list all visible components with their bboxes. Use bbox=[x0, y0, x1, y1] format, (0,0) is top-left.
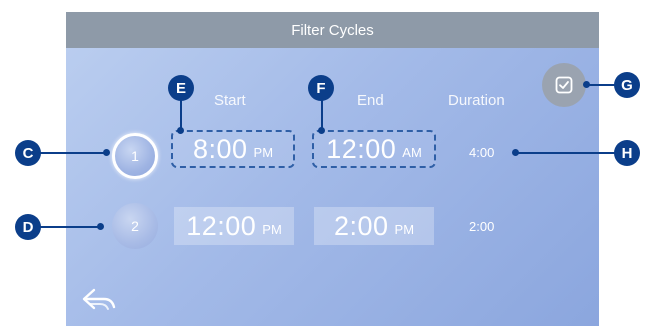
callout-f-leader bbox=[321, 96, 323, 130]
callout-g-label: G bbox=[621, 76, 633, 94]
callout-f-label: F bbox=[316, 79, 326, 97]
callout-h-dot bbox=[512, 149, 519, 156]
cycle-2-start-value: 12:00 bbox=[186, 210, 257, 241]
callout-g-dot bbox=[583, 81, 590, 88]
page-title: Filter Cycles bbox=[291, 21, 374, 39]
check-square-icon bbox=[555, 76, 573, 94]
cycle-1-start-value: 8:00 bbox=[192, 133, 248, 164]
cycle-1-end-value: 12:00 bbox=[326, 133, 397, 164]
cycle-2-end-time[interactable]: 2:00 PM bbox=[314, 207, 434, 245]
cycle-2-number: 2 bbox=[131, 218, 139, 234]
cycle-1-duration: 4:00 bbox=[469, 145, 495, 160]
callout-h-leader bbox=[515, 152, 619, 154]
cycle-2-end-value: 2:00 bbox=[333, 210, 389, 241]
filter-cycles-screen: Filter Cycles Start End Duration 1 8:00 … bbox=[66, 12, 599, 326]
title-bar: Filter Cycles bbox=[66, 12, 599, 48]
callout-f: F bbox=[308, 75, 334, 101]
cycle-1-start-time[interactable]: 8:00 PM bbox=[171, 130, 295, 168]
callout-c-dot bbox=[103, 149, 110, 156]
callout-e-label: E bbox=[175, 79, 186, 97]
start-column-header: Start bbox=[214, 92, 246, 109]
callout-d: D bbox=[15, 214, 41, 240]
cycle-2-duration: 2:00 bbox=[469, 219, 495, 234]
callout-c-leader bbox=[38, 152, 106, 154]
callout-c-label: C bbox=[22, 144, 34, 162]
cycle-1-start-ampm: PM bbox=[253, 144, 274, 160]
cycle-1-button[interactable]: 1 bbox=[112, 133, 158, 179]
callout-e-leader bbox=[180, 96, 182, 130]
callout-h: H bbox=[614, 140, 640, 166]
callout-d-dot bbox=[97, 223, 104, 230]
back-button[interactable] bbox=[80, 284, 120, 314]
cycle-1-end-time[interactable]: 12:00 AM bbox=[312, 130, 436, 168]
callout-d-leader bbox=[38, 226, 100, 228]
back-arrow-icon bbox=[82, 288, 116, 310]
cycle-2-end-ampm: PM bbox=[394, 221, 415, 237]
callout-f-dot bbox=[318, 127, 325, 134]
duration-column-header: Duration bbox=[448, 92, 505, 109]
callout-d-label: D bbox=[22, 218, 34, 236]
callout-c: C bbox=[15, 140, 41, 166]
cycle-2-button[interactable]: 2 bbox=[112, 203, 158, 249]
callout-g: G bbox=[614, 72, 640, 98]
callout-e-dot bbox=[177, 127, 184, 134]
callout-h-label: H bbox=[621, 144, 633, 162]
cycle-1-end-ampm: AM bbox=[402, 144, 422, 160]
cycle-1-number: 1 bbox=[131, 148, 139, 164]
cycle-2-start-ampm: PM bbox=[262, 221, 282, 237]
save-button[interactable] bbox=[542, 63, 586, 107]
end-column-header: End bbox=[357, 92, 384, 109]
callout-e: E bbox=[168, 75, 194, 101]
cycle-2-start-time[interactable]: 12:00 PM bbox=[174, 207, 294, 245]
